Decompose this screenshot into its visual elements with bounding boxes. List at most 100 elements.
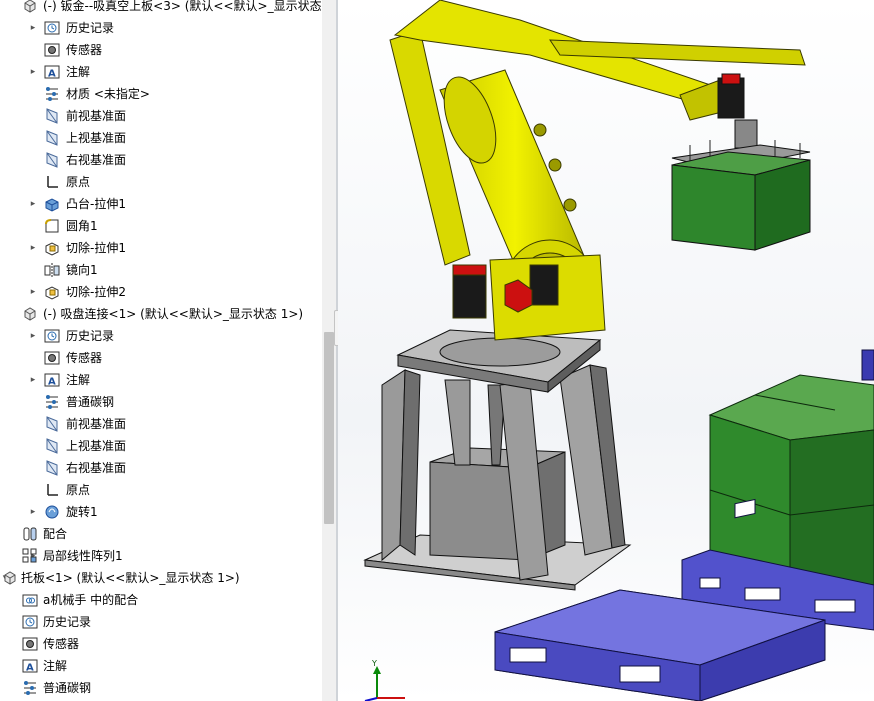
collapse-arrow-icon[interactable]: ▸ bbox=[28, 330, 38, 342]
tree-row[interactable]: ▸历史记录 bbox=[0, 611, 322, 633]
tree-row[interactable]: 传感器 bbox=[0, 633, 322, 655]
material-icon bbox=[43, 85, 61, 103]
tree-row[interactable]: ▸ 切除-拉伸1 bbox=[0, 237, 322, 259]
svg-text:A: A bbox=[48, 69, 56, 80]
sensor-icon bbox=[21, 635, 39, 653]
tree-row-label: 旋转1 bbox=[66, 505, 98, 519]
mates-icon bbox=[21, 525, 39, 543]
graphics-viewport[interactable]: Y bbox=[338, 0, 874, 701]
tree-row[interactable]: 配合 bbox=[0, 523, 322, 545]
origin-icon bbox=[43, 173, 61, 191]
part-icon bbox=[1, 569, 19, 587]
collapse-arrow-icon[interactable]: ▸ bbox=[28, 198, 38, 210]
tree-row[interactable]: 圆角1 bbox=[0, 215, 322, 237]
collapse-arrow-icon[interactable]: ▸ bbox=[28, 506, 38, 518]
tree-row-label: 切除-拉伸2 bbox=[66, 285, 126, 299]
plane-icon bbox=[43, 415, 61, 433]
tree-row[interactable]: 传感器 bbox=[0, 347, 322, 369]
svg-text:A: A bbox=[26, 663, 34, 674]
tree-row-label: 原点 bbox=[66, 175, 91, 189]
tree-row-label: 历史记录 bbox=[66, 21, 115, 35]
tree-row[interactable]: ▸ A 注解 bbox=[0, 369, 322, 391]
revolve-icon bbox=[43, 503, 61, 521]
origin-icon bbox=[43, 481, 61, 499]
scrollbar-thumb[interactable] bbox=[324, 332, 334, 524]
cut-extrude-icon bbox=[43, 239, 61, 257]
tree-row[interactable]: 原点 bbox=[0, 171, 322, 193]
tree-row-label: 圆角1 bbox=[66, 219, 98, 233]
tree-row-label: 右视基准面 bbox=[66, 153, 127, 167]
tree-row-label: 上视基准面 bbox=[66, 131, 127, 145]
plane-icon bbox=[43, 107, 61, 125]
tree-row[interactable]: 前视基准面 bbox=[0, 413, 322, 435]
tree-row[interactable]: 传感器 bbox=[0, 39, 322, 61]
tree-row-label: 右视基准面 bbox=[66, 461, 127, 475]
sensor-icon bbox=[43, 41, 61, 59]
tree-row[interactable]: ▸ 切除-拉伸2 bbox=[0, 281, 322, 303]
tree-row-label: 前视基准面 bbox=[66, 109, 127, 123]
tree-row-label: 凸台-拉伸1 bbox=[66, 197, 126, 211]
tree-row[interactable]: 右视基准面 bbox=[0, 149, 322, 171]
tree-row-label: 注解 bbox=[66, 373, 91, 387]
triad-y-label: Y bbox=[371, 659, 377, 668]
tree-row[interactable]: ▸A注解 bbox=[0, 655, 322, 677]
collapse-arrow-icon[interactable]: ▸ bbox=[28, 66, 38, 78]
tree-row[interactable]: 普通碳钢 bbox=[0, 677, 322, 699]
tree-row[interactable]: 上视基准面 bbox=[0, 435, 322, 457]
tree-row-label: 切除-拉伸1 bbox=[66, 241, 126, 255]
tree-row[interactable]: ▸ 旋转1 bbox=[0, 501, 322, 523]
tree-row[interactable]: 材质 <未指定> bbox=[0, 83, 322, 105]
tree-row[interactable]: 上视基准面 bbox=[0, 127, 322, 149]
tree-row[interactable]: ▸ 局部线性阵列1 bbox=[0, 545, 322, 567]
tree-row-label: 镜向1 bbox=[66, 263, 98, 277]
feature-manager-tree[interactable]: ▾(-) 钣金--吸真空上板<3> (默认<<默认>_显示状态▸历史记录传感器▸… bbox=[0, 0, 322, 701]
tree-row[interactable]: ▸A注解 bbox=[0, 61, 322, 83]
tree-row[interactable]: 前视基准面 bbox=[0, 105, 322, 127]
model-view: Y bbox=[338, 0, 874, 701]
mirror-icon bbox=[43, 261, 61, 279]
cut-extrude-icon bbox=[43, 283, 61, 301]
part-icon bbox=[21, 305, 39, 323]
sensor-icon bbox=[43, 349, 61, 367]
plane-icon bbox=[43, 459, 61, 477]
tree-row-label: (-) 钣金--吸真空上板<3> (默认<<默认>_显示状态 bbox=[43, 0, 322, 13]
tree-row[interactable]: ▸ 凸台-拉伸1 bbox=[0, 193, 322, 215]
history-icon bbox=[43, 327, 61, 345]
history-icon bbox=[21, 613, 39, 631]
tree-row[interactable]: ▾(-) 吸盘连接<1> (默认<<默认>_显示状态 1>) bbox=[0, 303, 322, 325]
tree-row[interactable]: ▸ 历史记录 bbox=[0, 17, 322, 39]
tree-row-label: 局部线性阵列1 bbox=[43, 549, 123, 563]
tree-row[interactable]: ▸ 历史记录 bbox=[0, 325, 322, 347]
tree-row-label: 传感器 bbox=[66, 43, 103, 57]
annotation-icon: A bbox=[43, 63, 61, 81]
tree-row-label: (-) 吸盘连接<1> (默认<<默认>_显示状态 1>) bbox=[43, 307, 304, 321]
tree-row[interactable]: 右视基准面 bbox=[0, 457, 322, 479]
history-icon bbox=[43, 19, 61, 37]
collapse-arrow-icon[interactable]: ▸ bbox=[28, 286, 38, 298]
collapse-arrow-icon[interactable]: ▸ bbox=[28, 242, 38, 254]
mates-folder-icon bbox=[21, 591, 39, 609]
pattern-icon bbox=[21, 547, 39, 565]
svg-text:A: A bbox=[48, 377, 56, 388]
tree-row-label: 历史记录 bbox=[43, 615, 92, 629]
tree-row[interactable]: 普通碳钢 bbox=[0, 391, 322, 413]
tree-row-label: 前视基准面 bbox=[66, 417, 127, 431]
collapse-arrow-icon[interactable]: ▸ bbox=[28, 22, 38, 34]
tree-row-label: 上视基准面 bbox=[66, 439, 127, 453]
tree-row-label: 历史记录 bbox=[66, 329, 115, 343]
plane-icon bbox=[43, 151, 61, 169]
tree-row[interactable]: ▾(-) 钣金--吸真空上板<3> (默认<<默认>_显示状态 bbox=[0, 0, 322, 17]
collapse-arrow-icon[interactable]: ▸ bbox=[28, 374, 38, 386]
fillet-icon bbox=[43, 217, 61, 235]
material-icon bbox=[21, 679, 39, 697]
tree-row[interactable]: ▸a机械手 中的配合 bbox=[0, 589, 322, 611]
tree-row-label: 配合 bbox=[43, 527, 68, 541]
tree-row-label: 原点 bbox=[66, 483, 91, 497]
annotation-icon: A bbox=[21, 657, 39, 675]
plane-icon bbox=[43, 437, 61, 455]
annotation-icon: A bbox=[43, 371, 61, 389]
tree-row[interactable]: 镜向1 bbox=[0, 259, 322, 281]
tree-row[interactable]: ▾托板<1> (默认<<默认>_显示状态 1>) bbox=[0, 567, 322, 589]
tree-scrollbar[interactable] bbox=[322, 0, 336, 701]
tree-row[interactable]: 原点 bbox=[0, 479, 322, 501]
